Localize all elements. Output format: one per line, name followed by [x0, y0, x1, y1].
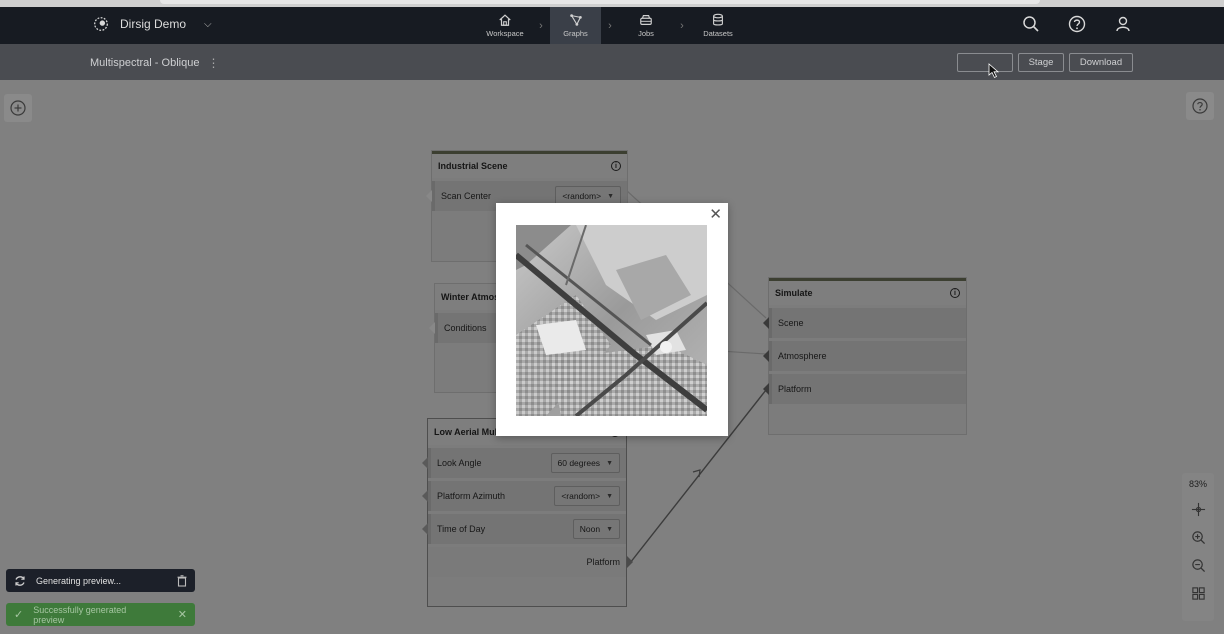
node-low-aerial[interactable]: Low Aerial Multi i Look Angle 60 degrees…	[422, 418, 633, 607]
mouse-cursor-icon	[988, 63, 1000, 79]
chevron-right-icon: ›	[539, 19, 543, 32]
help-icon	[1192, 98, 1208, 114]
stage-button[interactable]: Stage	[1018, 53, 1064, 72]
browser-tab-strip	[0, 0, 1224, 7]
time-of-day-select[interactable]: Noon ▼	[572, 519, 620, 539]
caret-down-icon: ▼	[607, 192, 614, 200]
more-options-icon[interactable]: ⋮	[207, 56, 219, 70]
main-nav: Workspace › Graphs › Jobs › Datasets	[478, 7, 745, 44]
input-port[interactable]	[763, 383, 769, 395]
nav-datasets[interactable]: Datasets	[691, 7, 745, 44]
address-bar	[160, 0, 1040, 4]
toast-generating: Generating preview...	[6, 569, 195, 592]
caret-down-icon: ▼	[606, 492, 613, 500]
home-icon	[499, 14, 511, 26]
input-port[interactable]	[422, 457, 428, 469]
input-port[interactable]	[763, 350, 769, 362]
add-node-button[interactable]	[4, 94, 32, 122]
caret-down-icon: ▼	[606, 459, 613, 467]
preview-button[interactable]	[957, 53, 1013, 72]
input-scene: Scene	[763, 308, 966, 338]
input-port[interactable]	[763, 317, 769, 329]
node-header: Simulate i	[769, 281, 966, 305]
nav-workspace[interactable]: Workspace	[478, 7, 532, 44]
input-port[interactable]	[422, 490, 428, 502]
project-name: Dirsig Demo	[120, 17, 187, 31]
close-icon[interactable]: ✕	[178, 608, 187, 621]
search-icon[interactable]	[1022, 15, 1040, 33]
refresh-icon	[15, 575, 25, 586]
user-icon[interactable]	[1114, 15, 1132, 33]
nav-graphs[interactable]: Graphs	[550, 7, 601, 44]
jobs-icon	[640, 15, 652, 25]
output-port[interactable]	[627, 556, 633, 568]
input-port[interactable]	[426, 190, 432, 202]
param-look-angle: Look Angle 60 degrees ▼	[422, 448, 626, 478]
preview-modal: ✕	[496, 203, 728, 436]
plus-circle-icon	[10, 100, 26, 116]
caret-down-icon: ▼	[606, 525, 613, 533]
info-icon[interactable]: i	[950, 288, 960, 298]
project-switcher[interactable]: Dirsig Demo ⌵	[92, 15, 212, 33]
input-atmosphere: Atmosphere	[763, 341, 966, 371]
dirsig-logo-icon	[94, 17, 108, 31]
fit-view-icon[interactable]	[1191, 502, 1206, 517]
check-icon: ✓	[14, 609, 24, 621]
output-platform: Platform	[428, 547, 633, 577]
trash-icon[interactable]	[177, 574, 187, 587]
zoom-in-icon[interactable]	[1191, 530, 1206, 545]
input-port[interactable]	[429, 322, 435, 334]
download-button[interactable]: Download	[1069, 53, 1133, 72]
chevron-down-icon: ⌵	[204, 18, 212, 30]
canvas-help-button[interactable]	[1186, 92, 1214, 120]
input-platform: Platform	[763, 374, 966, 404]
param-platform-azimuth: Platform Azimuth <random> ▼	[422, 481, 626, 511]
top-actions	[1022, 15, 1132, 33]
param-time-of-day: Time of Day Noon ▼	[422, 514, 626, 544]
nav-jobs[interactable]: Jobs	[619, 7, 673, 44]
help-icon[interactable]	[1068, 15, 1086, 33]
info-icon[interactable]: i	[611, 161, 621, 171]
zoom-level: 83%	[1188, 479, 1207, 489]
node-simulate[interactable]: Simulate i Scene Atmosphere Platform	[763, 277, 967, 435]
graph-icon	[569, 14, 582, 26]
close-icon[interactable]: ✕	[709, 207, 722, 222]
node-header: Industrial Scene i	[432, 154, 627, 178]
platform-azimuth-select[interactable]: <random> ▼	[554, 486, 620, 506]
preview-image	[516, 225, 707, 416]
zoom-out-icon[interactable]	[1191, 558, 1206, 573]
graph-toolbar: Multispectral - Oblique ⋮ Stage Download	[0, 44, 1224, 80]
database-icon	[713, 13, 723, 26]
chevron-right-icon: ›	[680, 19, 684, 32]
input-port[interactable]	[422, 523, 428, 535]
chevron-right-icon: ›	[608, 19, 612, 32]
toast-success: ✓ Successfully generated preview ✕	[6, 603, 195, 626]
graph-title: Multispectral - Oblique ⋮	[90, 56, 220, 70]
zoom-controls: 83%	[1182, 473, 1214, 621]
top-navigation-bar: Dirsig Demo ⌵ Workspace › Graphs › Jobs …	[0, 7, 1224, 44]
grid-icon[interactable]	[1191, 586, 1206, 601]
look-angle-select[interactable]: 60 degrees ▼	[550, 453, 620, 473]
